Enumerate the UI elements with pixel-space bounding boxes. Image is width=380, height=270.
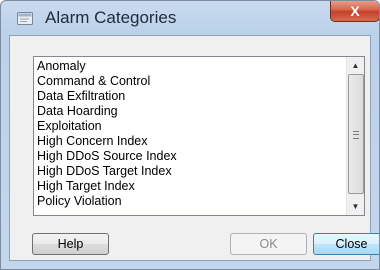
scrollbar-thumb[interactable] bbox=[348, 74, 364, 194]
close-window-icon[interactable]: X bbox=[330, 1, 379, 22]
help-button[interactable]: Help bbox=[32, 233, 109, 255]
list-item[interactable]: High DDoS Source Index bbox=[34, 149, 347, 164]
list-item[interactable]: Exploitation bbox=[34, 119, 347, 134]
list-item[interactable]: Data Exfiltration bbox=[34, 89, 347, 104]
title-bar[interactable]: Alarm Categories X bbox=[1, 1, 379, 35]
window-title: Alarm Categories bbox=[45, 8, 177, 27]
list-item[interactable]: High DDoS Target Index bbox=[34, 164, 347, 179]
scroll-down-icon[interactable]: ▼ bbox=[347, 198, 364, 215]
list-item[interactable]: Policy Violation bbox=[34, 194, 347, 209]
close-button[interactable]: Close bbox=[313, 233, 379, 255]
scroll-up-icon[interactable]: ▲ bbox=[347, 57, 364, 74]
grip-icon bbox=[353, 131, 359, 139]
list-item[interactable]: High Concern Index bbox=[34, 134, 347, 149]
categories-listbox[interactable]: Anomaly Command & Control Data Exfiltrat… bbox=[33, 56, 365, 216]
vertical-scrollbar[interactable]: ▲ ▼ bbox=[346, 57, 364, 215]
alarm-categories-dialog: Alarm Categories X Anomaly Command & Con… bbox=[0, 0, 380, 270]
list-item[interactable]: High Target Index bbox=[34, 179, 347, 194]
window-icon bbox=[17, 12, 33, 25]
list-item[interactable]: Anomaly bbox=[34, 59, 347, 74]
ok-button[interactable]: OK bbox=[230, 233, 307, 255]
dialog-client-area: Anomaly Command & Control Data Exfiltrat… bbox=[9, 35, 379, 261]
list-item[interactable]: Command & Control bbox=[34, 74, 347, 89]
categories-list: Anomaly Command & Control Data Exfiltrat… bbox=[34, 57, 347, 215]
list-item[interactable]: Data Hoarding bbox=[34, 104, 347, 119]
